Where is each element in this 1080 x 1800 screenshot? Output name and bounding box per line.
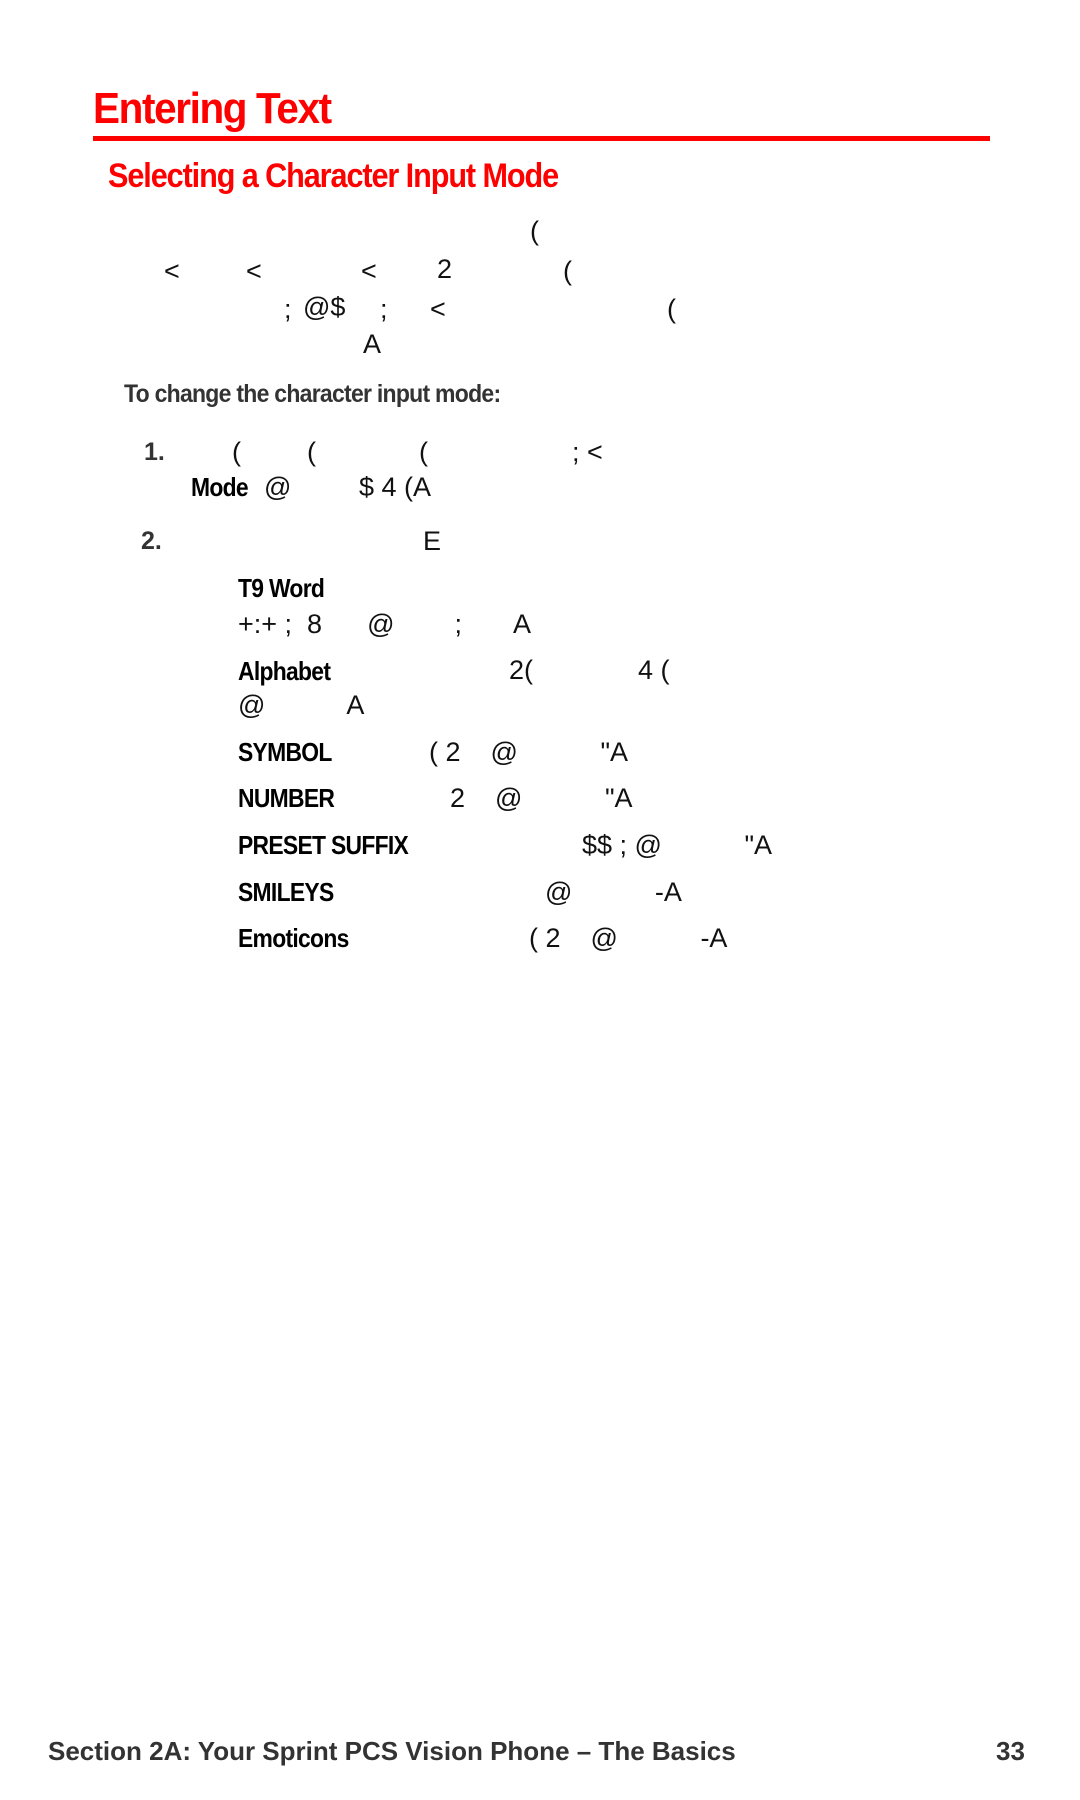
mode-label: SYMBOL: [238, 737, 332, 767]
mode-description: @ -A: [545, 877, 682, 907]
glyph: (: [667, 294, 676, 324]
glyph: E: [423, 526, 442, 556]
mode-description: $$ ; @ "A: [582, 830, 773, 860]
glyph: (: [563, 256, 572, 286]
footer-section-title: Section 2A: Your Sprint PCS Vision Phone…: [48, 1736, 736, 1766]
glyph: @$: [303, 292, 346, 322]
mode-label: PRESET SUFFIX: [238, 830, 409, 860]
step-number: 1.: [144, 438, 165, 466]
mode-label: NUMBER: [238, 783, 335, 813]
glyph: A: [363, 329, 382, 359]
glyph: <: [361, 256, 377, 286]
mode-description: 2(: [509, 655, 534, 685]
glyph: ;: [284, 294, 292, 324]
glyph: (: [307, 437, 316, 467]
mode-label: Emoticons: [238, 923, 349, 953]
mode-description: @ A: [238, 690, 365, 720]
glyph: <: [430, 294, 446, 324]
page-title: Entering Text: [93, 84, 332, 133]
page-number: 33: [996, 1736, 1025, 1766]
title-rule: [93, 136, 990, 141]
mode-label: T9 Word: [238, 573, 325, 603]
mode-description: 2 @ "A: [450, 783, 633, 813]
glyph: <: [246, 256, 262, 286]
glyph: ; <: [572, 437, 603, 467]
glyph: (: [530, 216, 539, 246]
mode-description: ( 2 @ "A: [429, 737, 629, 767]
mode-label: SMILEYS: [238, 877, 334, 907]
mode-label: Mode: [191, 472, 249, 502]
glyph: 2: [437, 254, 453, 284]
glyph: (: [232, 437, 241, 467]
mode-description: +:+ ; 8 @ ; A: [238, 609, 532, 639]
glyph: <: [164, 256, 180, 286]
mode-label: Alphabet: [238, 656, 331, 686]
mode-description: 4 (: [638, 655, 670, 685]
procedure-heading: To change the character input mode:: [124, 380, 501, 408]
glyph: @: [264, 472, 292, 502]
mode-description: ( 2 @ -A: [529, 923, 728, 953]
glyph: $ 4 (A: [359, 472, 432, 502]
glyph: (: [419, 437, 428, 467]
step-number: 2.: [141, 527, 162, 555]
glyph: ;: [380, 294, 388, 324]
section-heading: Selecting a Character Input Mode: [108, 157, 559, 195]
